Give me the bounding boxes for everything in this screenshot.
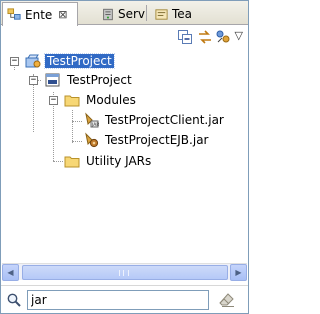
tab-label: Ente	[25, 7, 53, 22]
tree-connector	[72, 121, 82, 122]
tab-label: Tea	[172, 7, 193, 21]
collapse-toggle[interactable]: −	[29, 76, 38, 85]
collapse-toggle[interactable]: −	[49, 96, 58, 105]
svg-text:JAR: JAR	[91, 122, 99, 128]
search-input[interactable]	[27, 290, 209, 310]
tree-item-label: TestProject	[67, 72, 132, 87]
view-menu-icon[interactable]: ▽	[235, 29, 243, 42]
search-icon	[7, 293, 21, 307]
ejb-jar-icon	[85, 131, 99, 147]
tree-item-ejb-jar[interactable]: TestProjectEJB.jar	[83, 130, 210, 149]
project-tree: − TestProject − TestProject − Modules JA…	[1, 48, 248, 260]
scroll-thumb[interactable]	[22, 265, 228, 280]
eraser-icon[interactable]	[219, 292, 235, 308]
folder-icon	[64, 156, 80, 167]
collapse-all-icon[interactable]	[177, 29, 193, 45]
tree-connector	[53, 161, 63, 162]
tree-item-utility-jars[interactable]: Utility JARs	[64, 151, 153, 170]
tab-divider	[146, 5, 147, 21]
tree-item-deployment-descriptor[interactable]: TestProject	[45, 70, 134, 89]
tree-item-label: Modules	[86, 92, 136, 107]
enterprise-explorer-icon	[7, 8, 21, 20]
filter-bar	[1, 285, 248, 313]
ear-project-icon	[25, 54, 41, 67]
tab-servers[interactable]: Serv	[97, 3, 145, 25]
scroll-right-button[interactable]: ▶	[230, 264, 247, 281]
tree-connector	[72, 141, 82, 142]
filter-icon[interactable]	[215, 29, 231, 45]
servers-icon	[103, 8, 113, 20]
deployment-descriptor-icon	[45, 73, 60, 86]
tree-item-modules[interactable]: Modules	[64, 90, 138, 109]
tree-item-label: TestProjectClient.jar	[105, 112, 224, 127]
view-toolbar: ▽	[1, 26, 248, 48]
tab-label: Serv	[117, 7, 145, 21]
link-with-editor-icon[interactable]	[197, 29, 213, 45]
team-icon	[155, 8, 168, 20]
tree-item-ear-project[interactable]: TestProject	[25, 51, 115, 70]
collapse-toggle[interactable]: −	[10, 57, 19, 66]
tab-enterprise-explorer[interactable]: Ente ⊠	[2, 2, 78, 26]
tree-item-label: TestProjectEJB.jar	[105, 132, 209, 147]
horizontal-scrollbar[interactable]: ◀ ▶	[2, 263, 247, 281]
tree-item-label: Utility JARs	[86, 153, 152, 168]
close-icon[interactable]: ⊠	[58, 8, 67, 21]
tree-item-client-jar[interactable]: JAR TestProjectClient.jar	[83, 110, 226, 129]
tab-team[interactable]: Tea	[150, 3, 200, 25]
folder-icon	[64, 95, 80, 106]
tree-item-label: TestProject	[44, 52, 115, 69]
client-jar-icon: JAR	[85, 111, 99, 128]
view-tab-bar: Ente ⊠ Serv Tea	[1, 1, 248, 26]
scroll-left-button[interactable]: ◀	[2, 264, 19, 281]
scroll-grip	[119, 270, 129, 276]
project-explorer-view: Ente ⊠ Serv Tea ▽ − TestProject − TestPr…	[0, 0, 249, 314]
tree-connector	[72, 110, 73, 143]
